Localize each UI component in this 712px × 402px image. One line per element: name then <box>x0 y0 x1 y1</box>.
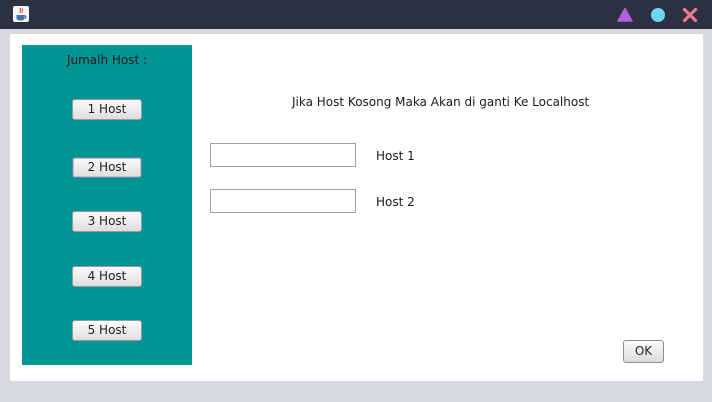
maximize-button[interactable] <box>650 7 666 23</box>
triangle-icon <box>617 7 633 22</box>
close-button[interactable] <box>682 7 698 23</box>
host-3-button[interactable]: 3 Host <box>72 211 142 232</box>
host-count-label: Jumalh Host : <box>66 53 148 67</box>
title-bar <box>0 0 712 29</box>
info-text: Jika Host Kosong Maka Akan di ganti Ke L… <box>292 95 590 109</box>
host-2-label: Host 2 <box>376 195 415 209</box>
host-4-button[interactable]: 4 Host <box>72 266 142 287</box>
host-5-button[interactable]: 5 Host <box>72 320 142 341</box>
java-icon <box>13 6 29 22</box>
ok-button[interactable]: OK <box>623 340 664 363</box>
host-count-panel: Jumalh Host : 1 Host 2 Host 3 Host 4 Hos… <box>22 45 192 365</box>
host-1-input[interactable] <box>210 143 356 167</box>
host-2-button[interactable]: 2 Host <box>72 157 142 178</box>
host-1-button[interactable]: 1 Host <box>72 99 142 120</box>
minimize-button[interactable] <box>617 7 633 23</box>
circle-icon <box>651 8 665 22</box>
close-icon <box>682 7 698 23</box>
host-2-input[interactable] <box>210 189 356 213</box>
host-1-label: Host 1 <box>376 149 415 163</box>
